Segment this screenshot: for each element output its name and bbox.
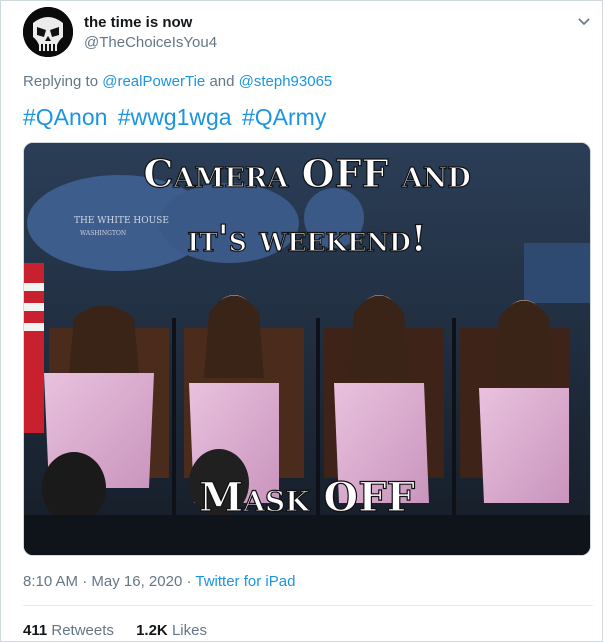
tweet-stats: 411 Retweets 1.2K Likes bbox=[23, 622, 225, 639]
reply-mention-2[interactable]: @steph93065 bbox=[239, 73, 333, 90]
tweet-source-link[interactable]: Twitter for iPad bbox=[195, 573, 295, 590]
tweet-time[interactable]: 8:10 AM bbox=[23, 573, 78, 590]
divider bbox=[23, 605, 593, 606]
hashtag-qanon[interactable]: #QAnon bbox=[23, 104, 107, 130]
reply-conjunction: and bbox=[209, 73, 235, 90]
retweets-count: 411 bbox=[23, 622, 48, 639]
gif-caption-top-2: it's weekend! bbox=[187, 218, 426, 260]
retweets-label: Retweets bbox=[51, 622, 114, 639]
tweet-media-gif[interactable]: THE WHITE HOUSE WASHINGTON Camera OFF an… bbox=[23, 142, 591, 556]
gif-caption-bottom: Mask OFF bbox=[199, 474, 415, 521]
tweet-timestamp: 8:10 AM · May 16, 2020 · Twitter for iPa… bbox=[23, 573, 295, 590]
likes-count: 1.2K bbox=[136, 622, 168, 639]
chevron-down-icon[interactable] bbox=[575, 13, 593, 31]
display-name[interactable]: the time is now bbox=[84, 14, 192, 31]
skull-icon bbox=[23, 7, 73, 57]
tweet-date[interactable]: May 16, 2020 bbox=[91, 573, 182, 590]
likes-stat[interactable]: 1.2K Likes bbox=[136, 622, 207, 639]
podium-text: THE WHITE HOUSE bbox=[74, 216, 169, 226]
tweet-text: #QAnon #wwg1wga #QArmy bbox=[23, 104, 330, 131]
tweet-header: the time is now @TheChoiceIsYou4 bbox=[23, 7, 593, 61]
podium-subtext: WASHINGTON bbox=[80, 230, 126, 237]
avatar[interactable] bbox=[23, 7, 73, 57]
retweets-stat[interactable]: 411 Retweets bbox=[23, 622, 118, 639]
hashtag-qarmy[interactable]: #QArmy bbox=[242, 104, 326, 130]
replying-prefix: Replying to bbox=[23, 73, 99, 90]
separator: · bbox=[82, 573, 88, 590]
replying-to: Replying to @realPowerTie and @steph9306… bbox=[23, 73, 332, 90]
media-image: THE WHITE HOUSE WASHINGTON Camera OFF an… bbox=[24, 143, 590, 555]
user-handle[interactable]: @TheChoiceIsYou4 bbox=[84, 34, 217, 51]
reply-mention-1[interactable]: @realPowerTie bbox=[102, 73, 205, 90]
gif-caption-top-1: Camera OFF and bbox=[143, 151, 471, 196]
tweet-card: the time is now @TheChoiceIsYou4 Replyin… bbox=[0, 0, 603, 642]
separator: · bbox=[186, 573, 192, 590]
hashtag-wwg1wga[interactable]: #wwg1wga bbox=[118, 104, 232, 130]
likes-label: Likes bbox=[171, 622, 207, 639]
